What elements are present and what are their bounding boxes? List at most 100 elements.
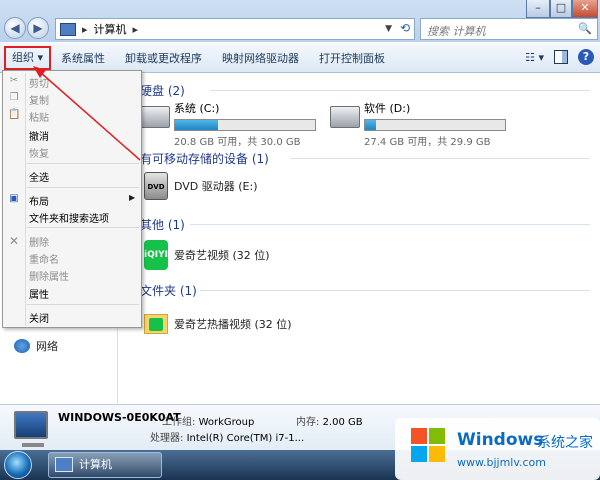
- cpu-label: 处理器:: [150, 433, 184, 444]
- drive-label: 软件 (D:): [364, 102, 411, 115]
- nav-item-label: 网络: [36, 340, 58, 353]
- folder-icon: [144, 314, 168, 334]
- item-label: 爱奇艺热播视频 (32 位): [174, 318, 292, 331]
- menu-item-rename[interactable]: 重命名: [29, 251, 59, 266]
- menu-item-cut[interactable]: 剪切: [29, 75, 49, 90]
- divider: [200, 290, 590, 291]
- computer-icon: [55, 457, 73, 472]
- item-label: 爱奇艺视频 (32 位): [174, 249, 270, 262]
- uninstall-program-button[interactable]: 卸载或更改程序: [115, 50, 212, 66]
- menu-item-delete[interactable]: 删除: [29, 234, 49, 249]
- menu-item-paste[interactable]: 粘贴: [29, 109, 49, 124]
- group-header-removable[interactable]: 有可移动存储的设备 (1): [140, 150, 269, 167]
- item-label: DVD 驱动器 (E:): [174, 180, 258, 193]
- drive-label: 系统 (C:): [174, 102, 220, 115]
- back-button[interactable]: ◀: [4, 17, 26, 39]
- start-button[interactable]: [4, 451, 32, 479]
- divider: [190, 224, 590, 225]
- delete-icon: ✕: [8, 234, 20, 248]
- menu-separator: [27, 187, 139, 188]
- dvd-drive-icon: DVD: [144, 172, 168, 200]
- view-options-icon[interactable]: ☷ ▾: [525, 51, 544, 64]
- iqiyi-app[interactable]: iQIYI 爱奇艺视频 (32 位): [144, 240, 270, 270]
- drive-usage-fill: [175, 120, 219, 130]
- search-placeholder: 搜索 计算机: [427, 25, 486, 38]
- memory-value: 2.00 GB: [322, 417, 363, 428]
- search-input[interactable]: 搜索 计算机 🔍: [420, 18, 598, 40]
- map-network-drive-button[interactable]: 映射网络驱动器: [212, 50, 309, 66]
- dvd-drive[interactable]: DVD DVD 驱动器 (E:): [144, 172, 258, 200]
- menu-separator: [27, 304, 139, 305]
- workgroup-value: WorkGroup: [198, 417, 255, 428]
- menu-item-close[interactable]: 关闭: [29, 310, 49, 325]
- taskbar-item-label: 计算机: [79, 458, 112, 471]
- drive-c[interactable]: 系统 (C:) 20.8 GB 可用，共 30.0 GB: [140, 100, 316, 148]
- taskbar-item-computer[interactable]: 计算机: [48, 452, 162, 478]
- drive-usage-bar: [364, 119, 506, 131]
- refresh-icon[interactable]: ⟲: [400, 21, 410, 35]
- drive-d[interactable]: 软件 (D:) 27.4 GB 可用，共 29.9 GB: [330, 100, 506, 148]
- watermark-brand: Windows: [457, 430, 544, 450]
- menu-item-folder-options[interactable]: 文件夹和搜索选项: [29, 210, 109, 225]
- menu-item-properties[interactable]: 属性: [29, 286, 49, 301]
- hard-drive-icon: [140, 106, 170, 128]
- menu-item-undo[interactable]: 撤消: [29, 128, 49, 143]
- copy-icon: ❐: [9, 92, 19, 103]
- search-icon[interactable]: 🔍: [578, 22, 592, 35]
- computer-large-icon: [14, 411, 48, 447]
- menu-separator: [27, 163, 139, 164]
- close-button[interactable]: ✕: [572, 0, 598, 18]
- address-bar[interactable]: ▸ 计算机 ▸ ▼ ⟲: [55, 18, 415, 40]
- watermark-site-name: 系统之家: [537, 435, 593, 451]
- open-control-panel-button[interactable]: 打开控制面板: [309, 50, 395, 66]
- forward-button[interactable]: ▶: [27, 17, 49, 39]
- cpu-value: Intel(R) Core(TM) i7-1...: [186, 433, 305, 444]
- address-dropdown-icon[interactable]: ▼: [385, 24, 392, 34]
- watermark-url: www.bjjmlv.com: [457, 456, 546, 469]
- breadcrumb-chevron-icon: ▸: [132, 22, 139, 36]
- maximize-button[interactable]: □: [550, 0, 572, 18]
- submenu-arrow-icon: ▶: [129, 193, 136, 202]
- menu-item-remove-properties[interactable]: 删除属性: [29, 268, 69, 283]
- menu-item-redo[interactable]: 恢复: [29, 145, 49, 160]
- paste-icon: 📋: [8, 109, 21, 120]
- layout-icon: ▣: [9, 193, 19, 204]
- workgroup-label: 工作组:: [162, 417, 196, 428]
- hard-drive-icon: [330, 106, 360, 128]
- divider: [290, 158, 590, 159]
- organize-menu: ✂ 剪切 ❐ 复制 📋 粘贴 撤消 恢复 全选 ▣ 布局 ▶ 文件夹和搜索选项 …: [2, 70, 142, 328]
- memory-label: 内存:: [296, 417, 320, 428]
- group-header-other[interactable]: 其他 (1): [140, 216, 185, 233]
- menu-separator: [27, 227, 139, 228]
- drive-free-space: 27.4 GB 可用，共 29.9 GB: [364, 137, 491, 148]
- system-properties-button[interactable]: 系统属性: [51, 50, 115, 66]
- drive-free-space: 20.8 GB 可用，共 30.0 GB: [174, 137, 301, 148]
- breadcrumb[interactable]: 计算机: [94, 21, 127, 37]
- windows-logo-icon: [411, 428, 447, 464]
- menu-gutter: [25, 73, 26, 325]
- organize-button[interactable]: 组织 ▾: [4, 45, 52, 70]
- iqiyi-icon: iQIYI: [144, 240, 168, 270]
- computer-icon: [60, 22, 76, 36]
- menu-item-copy[interactable]: 复制: [29, 92, 49, 107]
- breadcrumb-separator-icon: ▸: [82, 22, 88, 36]
- title-bar: ◀ ▶ ▸ 计算机 ▸ ▼ ⟲ 搜索 计算机 🔍 – □ ✕: [0, 0, 600, 42]
- menu-item-layout[interactable]: 布局: [29, 193, 49, 208]
- minimize-button[interactable]: –: [526, 0, 550, 18]
- nav-item-network[interactable]: 网络: [14, 338, 58, 354]
- cut-icon: ✂: [9, 75, 19, 86]
- preview-pane-icon[interactable]: [554, 50, 568, 64]
- command-bar: 组织 ▾ 系统属性 卸载或更改程序 映射网络驱动器 打开控制面板 ☷ ▾ ?: [0, 43, 600, 73]
- network-icon: [14, 339, 30, 353]
- help-icon[interactable]: ?: [578, 49, 594, 65]
- menu-item-select-all[interactable]: 全选: [29, 169, 49, 184]
- watermark: Windows 系统之家 www.bjjmlv.com: [395, 418, 600, 480]
- iqiyi-folder[interactable]: 爱奇艺热播视频 (32 位): [144, 314, 292, 334]
- group-header-folders[interactable]: 文件夹 (1): [140, 282, 197, 299]
- explorer-window: ◀ ▶ ▸ 计算机 ▸ ▼ ⟲ 搜索 计算机 🔍 – □ ✕ 组织 ▾ 系统属性…: [0, 0, 600, 480]
- drive-usage-fill: [365, 120, 377, 130]
- divider: [210, 90, 590, 91]
- group-header-hdd[interactable]: 硬盘 (2): [140, 82, 185, 99]
- content-pane: 硬盘 (2) 系统 (C:) 20.8 GB 可用，共 30.0 GB 软件 (…: [120, 74, 600, 404]
- drive-usage-bar: [174, 119, 316, 131]
